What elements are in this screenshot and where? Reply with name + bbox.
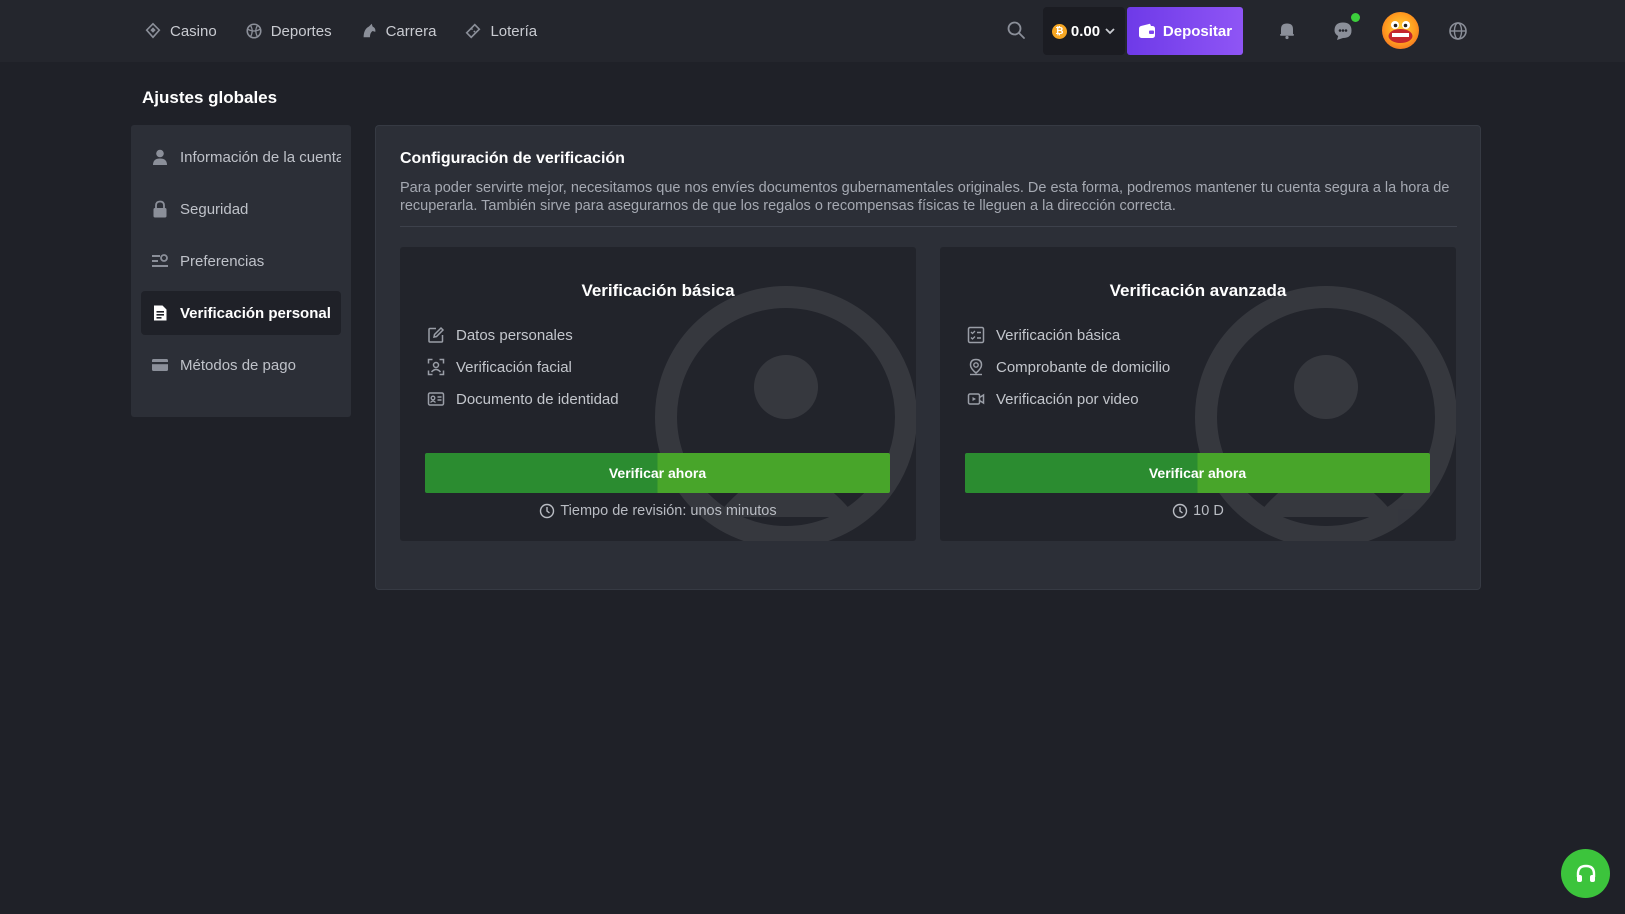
- feature-label: Verificación por video: [996, 390, 1139, 408]
- edit-icon: [428, 326, 445, 343]
- feature-list: Verificación básica Comprobante de domic…: [967, 319, 1170, 415]
- sidebar-item-label: Preferencias: [180, 252, 265, 270]
- verify-now-button-basic[interactable]: Verificar ahora: [425, 453, 890, 493]
- card-title: Verificación básica: [581, 281, 735, 300]
- video-icon: [967, 393, 985, 405]
- language-button[interactable]: [1447, 20, 1469, 42]
- user-icon: [153, 149, 167, 165]
- list-item: Verificación por video: [967, 383, 1170, 415]
- list-item: Datos personales: [427, 319, 619, 351]
- deposit-label: Depositar: [1162, 22, 1233, 40]
- clock-icon: [1172, 503, 1188, 519]
- nav-item-carrera[interactable]: Carrera: [360, 22, 437, 40]
- online-status-dot: [1351, 13, 1360, 22]
- notifications-button[interactable]: [1276, 19, 1298, 41]
- review-time: Tiempo de revisión: unos minutos: [400, 503, 916, 519]
- sports-ball-icon: [246, 23, 262, 39]
- location-pin-icon: [969, 358, 983, 376]
- chat-button[interactable]: [1331, 19, 1355, 43]
- horse-racing-icon: [363, 23, 376, 38]
- basic-verification-card: Verificación básica Datos personales Ver…: [400, 247, 916, 541]
- checklist-icon: [967, 326, 985, 344]
- lock-icon: [153, 200, 167, 218]
- live-support-button[interactable]: [1561, 849, 1610, 898]
- feature-list: Datos personales Verificación facial Doc…: [427, 319, 619, 415]
- casino-icon: [145, 22, 161, 39]
- nav-item-loteria[interactable]: Lotería: [464, 22, 537, 40]
- feature-label: Comprobante de domicilio: [996, 358, 1171, 376]
- settings-sidebar: Información de la cuenta Seguridad Prefe…: [131, 125, 351, 417]
- balance-amount: 0.00: [1070, 22, 1101, 40]
- divider: [400, 226, 1457, 227]
- globe-icon: [1449, 22, 1467, 40]
- review-time-text: Tiempo de revisión: unos minutos: [560, 503, 777, 519]
- section-title: Configuración de verificación: [400, 150, 625, 167]
- sidebar-item-label: Seguridad: [180, 200, 249, 218]
- sidebar-item-personal-verification[interactable]: Verificación personal: [141, 291, 341, 335]
- avatar-character-icon: [1388, 21, 1413, 43]
- chevron-down-icon: [1105, 28, 1115, 35]
- wallet-icon: [1138, 23, 1155, 38]
- sidebar-item-payment-methods[interactable]: Métodos de pago: [141, 343, 341, 387]
- deposit-button[interactable]: Depositar: [1127, 7, 1243, 55]
- list-item: Comprobante de domicilio: [967, 351, 1170, 383]
- nav-label: Deportes: [270, 22, 332, 40]
- nav-item-casino[interactable]: Casino: [144, 22, 217, 40]
- nav-item-deportes[interactable]: Deportes: [245, 22, 332, 40]
- preferences-icon: [152, 254, 168, 267]
- nav-label: Lotería: [490, 22, 538, 40]
- review-time: 10 D: [940, 503, 1456, 519]
- top-navigation-bar: Casino Deportes Carrera Lotería ₿ 0.00 D…: [0, 0, 1625, 62]
- sidebar-item-label: Información de la cuenta: [180, 148, 341, 166]
- clock-icon: [540, 503, 555, 519]
- headset-icon: [1576, 864, 1595, 882]
- list-item: Verificación básica: [967, 319, 1170, 351]
- sidebar-item-preferences[interactable]: Preferencias: [141, 239, 341, 283]
- chat-bubble-icon: [1334, 22, 1352, 40]
- nav-label: Carrera: [385, 22, 437, 40]
- search-button[interactable]: [1005, 19, 1027, 41]
- credit-card-icon: [152, 359, 168, 371]
- avatar[interactable]: [1382, 12, 1419, 49]
- feature-label: Documento de identidad: [456, 390, 619, 408]
- balance-selector[interactable]: ₿ 0.00: [1043, 7, 1125, 55]
- sidebar-item-label: Verificación personal: [180, 304, 331, 322]
- feature-label: Verificación facial: [456, 358, 572, 376]
- review-time-text: 10 D: [1193, 503, 1224, 519]
- sidebar-item-label: Métodos de pago: [180, 356, 296, 374]
- verification-panel: Configuración de verificación Para poder…: [375, 125, 1481, 590]
- decorative-background-icon: [655, 286, 916, 541]
- section-description: Para poder servirte mejor, necesitamos q…: [400, 180, 1450, 214]
- nav-label: Casino: [170, 22, 217, 40]
- id-card-icon: [427, 392, 445, 406]
- bell-icon: [1280, 23, 1294, 40]
- sidebar-item-account-info[interactable]: Información de la cuenta: [141, 135, 341, 179]
- document-icon: [154, 305, 167, 321]
- search-icon: [1007, 21, 1025, 39]
- main-nav: Casino Deportes Carrera Lotería: [144, 22, 565, 40]
- feature-label: Datos personales: [456, 326, 573, 344]
- feature-label: Verificación básica: [996, 326, 1121, 344]
- decorative-background-icon: [1195, 286, 1456, 541]
- advanced-verification-card: Verificación avanzada Verificación básic…: [940, 247, 1456, 541]
- card-title: Verificación avanzada: [1109, 281, 1287, 300]
- sidebar-item-security[interactable]: Seguridad: [141, 187, 341, 231]
- page-title: Ajustes globales: [142, 88, 278, 107]
- list-item: Verificación facial: [427, 351, 619, 383]
- verify-now-button-advanced[interactable]: Verificar ahora: [965, 453, 1430, 493]
- list-item: Documento de identidad: [427, 383, 619, 415]
- lottery-ticket-icon: [465, 23, 481, 39]
- bitcoin-coin-icon: ₿: [1051, 23, 1067, 39]
- face-scan-icon: [427, 358, 445, 376]
